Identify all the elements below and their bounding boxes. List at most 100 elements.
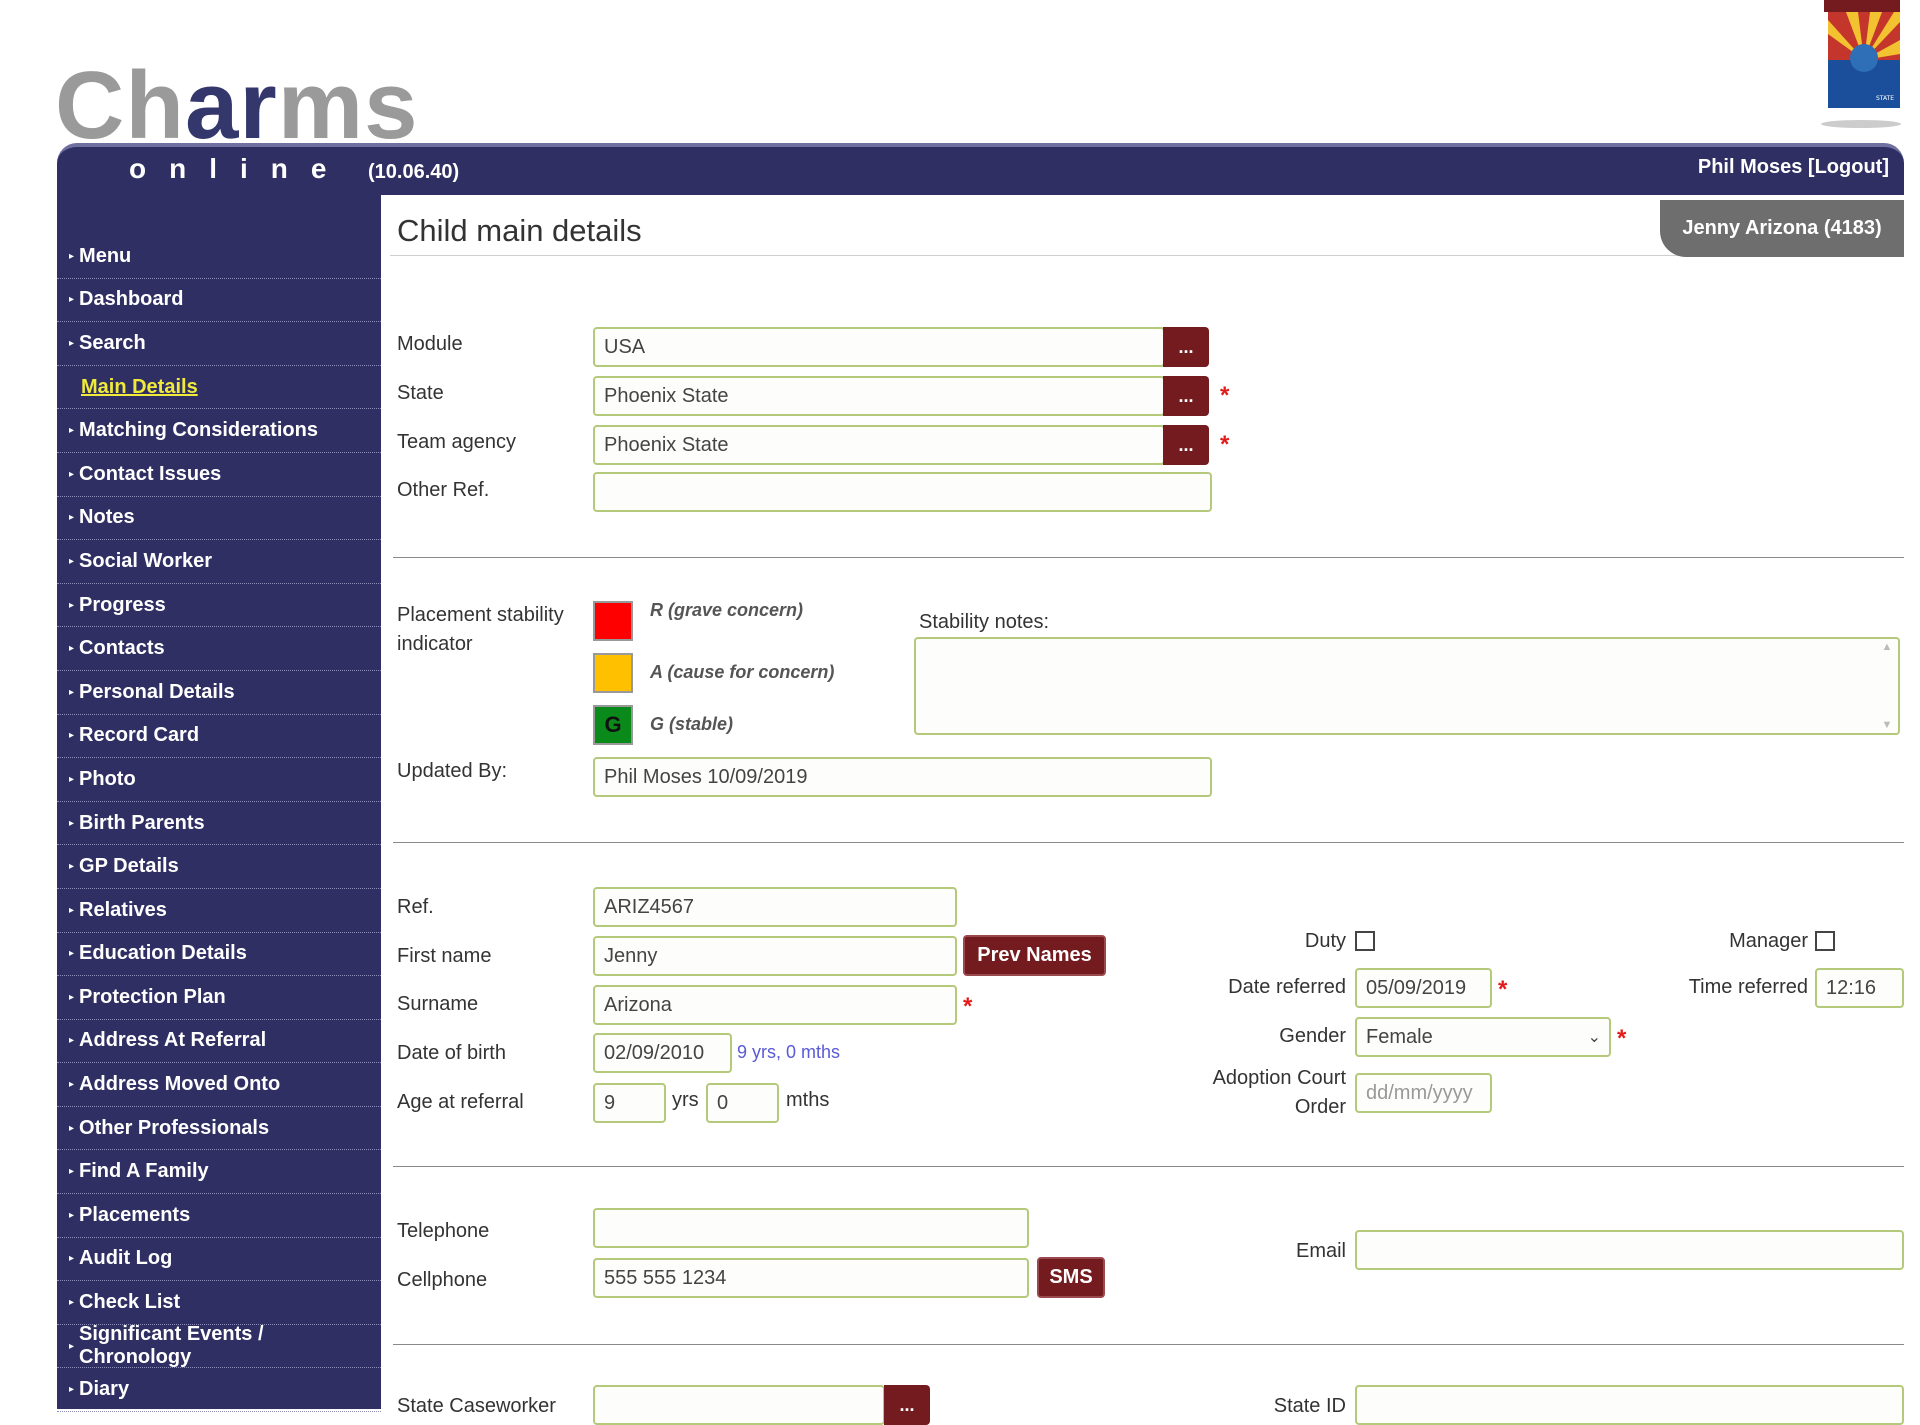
- chevron-down-icon: ⌄: [1587, 1029, 1601, 1046]
- logout-link[interactable]: [Logout]: [1808, 156, 1889, 178]
- gender-selected-value: Female: [1366, 1025, 1433, 1048]
- sms-button[interactable]: SMS: [1037, 1257, 1105, 1298]
- manager-checkbox[interactable]: [1815, 931, 1835, 951]
- nav-list: ▸Menu▸Dashboard▸Search▸Main Details▸Matc…: [57, 195, 381, 1413]
- module-lookup-button[interactable]: ...: [1163, 327, 1209, 367]
- sidebar-item-label: Photo: [79, 767, 136, 790]
- age-months-field[interactable]: 0: [706, 1083, 779, 1123]
- sidebar-item-photo[interactable]: ▸ Photo: [57, 758, 381, 802]
- state-field[interactable]: Phoenix State: [593, 376, 1165, 416]
- sidebar-item-check-list[interactable]: ▸ Check List: [57, 1281, 381, 1325]
- sidebar-item-progress[interactable]: ▸ Progress: [57, 584, 381, 628]
- surname-field[interactable]: Arizona: [593, 985, 957, 1025]
- sidebar-item-menu[interactable]: ▸ Menu: [57, 235, 381, 279]
- sidebar-item-main-details[interactable]: ▸Main Details: [57, 366, 381, 410]
- sidebar-item-search[interactable]: ▸ Search: [57, 322, 381, 366]
- chevron-right-icon: ▸: [69, 512, 75, 524]
- sidebar-item-diary[interactable]: ▸ Diary: [57, 1368, 381, 1413]
- chevron-right-icon: ▸: [69, 643, 75, 655]
- module-field[interactable]: USA: [593, 327, 1165, 367]
- telephone-field[interactable]: [593, 1208, 1029, 1248]
- user-area: Phil Moses [Logout]: [1698, 156, 1889, 179]
- sidebar-item-contact-issues[interactable]: ▸ Contact Issues: [57, 453, 381, 497]
- sidebar-item-label: GP Details: [79, 855, 179, 878]
- email-field[interactable]: [1355, 1230, 1904, 1270]
- sidebar-item-contacts[interactable]: ▸ Contacts: [57, 627, 381, 671]
- sidebar-item-social-worker[interactable]: ▸ Social Worker: [57, 540, 381, 584]
- ref-field[interactable]: ARIZ4567: [593, 887, 957, 927]
- sidebar-item-personal-details[interactable]: ▸ Personal Details: [57, 671, 381, 715]
- sidebar-item-address-at-referral[interactable]: ▸ Address At Referral: [57, 1020, 381, 1064]
- chevron-right-icon: ▸: [69, 730, 75, 742]
- chevron-right-icon: ▸: [69, 425, 75, 437]
- sidebar-item-protection-plan[interactable]: ▸ Protection Plan: [57, 976, 381, 1020]
- email-label: Email: [1295, 1240, 1346, 1262]
- other-ref-label: Other Ref.: [397, 479, 490, 501]
- header-bar: online (10.06.40) Phil Moses [Logout]: [57, 143, 1904, 195]
- child-name-tab[interactable]: Jenny Arizona (4183): [1660, 200, 1904, 257]
- stability-amber-label: A (cause for concern): [650, 662, 835, 682]
- sidebar-item-label: Address At Referral: [79, 1029, 267, 1052]
- sidebar-item-notes[interactable]: ▸ Notes: [57, 497, 381, 541]
- chevron-right-icon: ▸: [69, 1035, 75, 1047]
- module-label: Module: [397, 333, 463, 355]
- sidebar-item-address-moved-onto[interactable]: ▸ Address Moved Onto: [57, 1063, 381, 1107]
- time-referred-field[interactable]: 12:16: [1815, 968, 1904, 1008]
- sidebar-item-birth-parents[interactable]: ▸ Birth Parents: [57, 802, 381, 846]
- chevron-right-icon: ▸: [69, 773, 75, 785]
- chevron-right-icon: ▸: [69, 1079, 75, 1091]
- sidebar-item-matching-considerations[interactable]: ▸ Matching Considerations: [57, 409, 381, 453]
- sidebar-item-gp-details[interactable]: ▸ GP Details: [57, 845, 381, 889]
- stability-green-option[interactable]: G: [593, 705, 633, 745]
- state-id-label: State ID: [1273, 1395, 1346, 1417]
- online-wordmark: online: [129, 153, 350, 184]
- sidebar-item-other-professionals[interactable]: ▸ Other Professionals: [57, 1107, 381, 1151]
- date-referred-field[interactable]: 05/09/2019: [1355, 968, 1492, 1008]
- sidebar-item-placements[interactable]: ▸ Placements: [57, 1194, 381, 1238]
- sidebar-item-label: Main Details: [81, 375, 198, 398]
- sidebar-item-audit-log[interactable]: ▸ Audit Log: [57, 1238, 381, 1282]
- adoption-court-order-field[interactable]: dd/mm/yyyy: [1355, 1073, 1492, 1113]
- stability-amber-option[interactable]: [593, 653, 633, 693]
- updated-by-field: Phil Moses 10/09/2019: [593, 757, 1212, 797]
- sidebar-item-relatives[interactable]: ▸ Relatives: [57, 889, 381, 933]
- age-years-field[interactable]: 9: [593, 1083, 666, 1123]
- sidebar-item-label: Address Moved Onto: [79, 1073, 281, 1096]
- state-lookup-button[interactable]: ...: [1163, 376, 1209, 416]
- sidebar-item-record-card[interactable]: ▸ Record Card: [57, 715, 381, 759]
- stability-notes-textarea[interactable]: ▲ ▼: [914, 637, 1900, 735]
- chevron-right-icon: ▸: [69, 904, 75, 916]
- chevron-right-icon: ▸: [69, 1340, 75, 1352]
- duty-checkbox[interactable]: [1355, 931, 1375, 951]
- state-caseworker-lookup-button[interactable]: ...: [884, 1385, 930, 1425]
- sidebar-item-education-details[interactable]: ▸ Education Details: [57, 933, 381, 977]
- scroll-down-icon[interactable]: ▼: [1882, 719, 1893, 731]
- first-name-field[interactable]: Jenny: [593, 936, 957, 976]
- chevron-right-icon: ▸: [69, 555, 75, 567]
- stability-red-option[interactable]: [593, 601, 633, 641]
- team-agency-lookup-button[interactable]: ...: [1163, 425, 1209, 465]
- sidebar-item-dashboard[interactable]: ▸ Dashboard: [57, 279, 381, 323]
- textarea-scrollbar[interactable]: ▲ ▼: [1878, 641, 1896, 731]
- sidebar-item-label: Record Card: [79, 724, 200, 747]
- prev-names-button[interactable]: Prev Names: [963, 935, 1106, 976]
- sidebar-item-label: Search: [79, 331, 146, 354]
- dob-field[interactable]: 02/09/2010: [593, 1033, 732, 1073]
- team-agency-field[interactable]: Phoenix State: [593, 425, 1165, 465]
- sidebar-item-find-a-family[interactable]: ▸ Find A Family: [57, 1150, 381, 1195]
- sidebar-item-label: Birth Parents: [79, 811, 205, 834]
- state-id-field[interactable]: [1355, 1385, 1904, 1425]
- team-agency-label: Team agency: [397, 431, 516, 453]
- user-name: Phil Moses: [1697, 156, 1803, 178]
- sidebar-nav: ▸Menu▸Dashboard▸Search▸Main Details▸Matc…: [57, 195, 381, 1413]
- cellphone-field[interactable]: 555 555 1234: [593, 1258, 1029, 1298]
- sidebar-item-significant-events-chronology[interactable]: ▸ Significant Events / Chronology: [57, 1323, 381, 1369]
- time-referred-label: Time referred: [1688, 976, 1808, 998]
- required-marker: *: [1220, 431, 1230, 458]
- chevron-right-icon: ▸: [69, 1166, 75, 1178]
- scroll-up-icon[interactable]: ▲: [1882, 641, 1893, 653]
- chevron-right-icon: ▸: [69, 948, 75, 960]
- other-ref-field[interactable]: [593, 472, 1212, 512]
- gender-select[interactable]: Female ⌄: [1355, 1017, 1611, 1057]
- state-caseworker-field[interactable]: [593, 1385, 885, 1425]
